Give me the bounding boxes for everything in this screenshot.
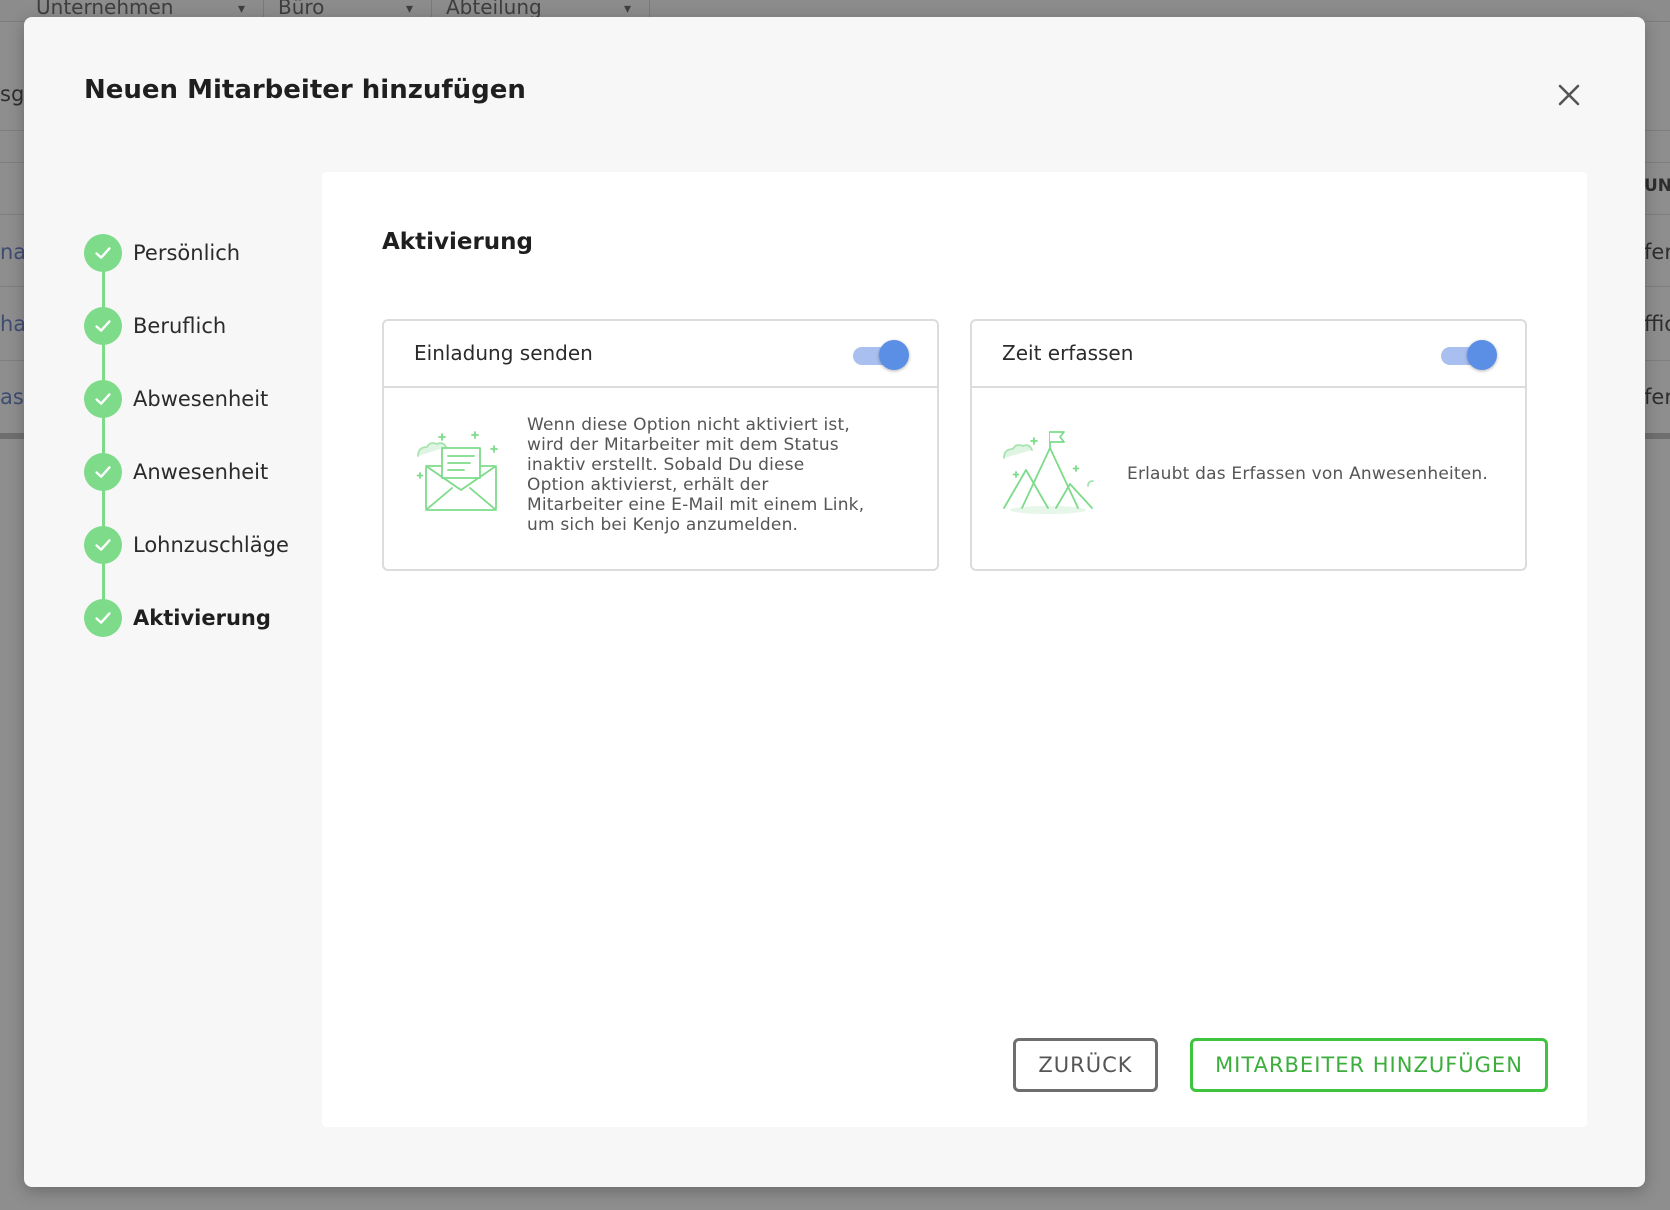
bg-cell: fer — [1644, 385, 1670, 409]
step-label: Lohnzuschläge — [133, 533, 289, 557]
check-icon — [95, 320, 111, 332]
add-employee-button[interactable]: MITARBEITER HINZUFÜGEN — [1190, 1038, 1548, 1092]
close-icon — [1558, 84, 1580, 106]
step-attendance[interactable]: Anwesenheit — [84, 452, 268, 492]
send-invitation-toggle[interactable] — [853, 339, 909, 371]
check-icon — [95, 247, 111, 259]
chevron-down-icon: ▾ — [405, 1, 413, 17]
step-activation[interactable]: Aktivierung — [84, 598, 271, 638]
chevron-down-icon: ▾ — [623, 1, 631, 17]
envelope-illustration-icon — [416, 431, 498, 511]
step-label: Anwesenheit — [133, 460, 269, 484]
step-label: Aktivierung — [133, 606, 271, 630]
option-card-header: Zeit erfassen — [972, 321, 1525, 388]
check-icon — [95, 539, 111, 551]
track-time-toggle[interactable] — [1441, 339, 1497, 371]
step-done-indicator — [84, 307, 122, 345]
bg-cell: UNG — [1644, 176, 1670, 196]
bg-cell: ffic — [1644, 312, 1670, 336]
check-icon — [95, 393, 111, 405]
step-professional[interactable]: Beruflich — [84, 306, 226, 346]
bg-cell: sg — [0, 82, 25, 106]
step-done-indicator — [84, 234, 122, 272]
step-absence[interactable]: Abwesenheit — [84, 379, 268, 419]
option-title: Zeit erfassen — [1002, 341, 1134, 365]
step-wage-supplements[interactable]: Lohnzuschläge — [84, 525, 289, 565]
option-card-send-invitation: Einladung senden Wenn diese Option nicht… — [382, 319, 939, 571]
step-done-indicator — [84, 599, 122, 637]
step-label: Beruflich — [133, 314, 227, 338]
option-card-header: Einladung senden — [384, 321, 937, 388]
check-icon — [95, 466, 111, 478]
option-card-track-time: Zeit erfassen Erlaubt das Erfassen von A… — [970, 319, 1527, 571]
step-done-indicator — [84, 380, 122, 418]
toggle-knob — [1467, 340, 1497, 370]
section-title: Aktivierung — [382, 229, 534, 255]
step-content-panel: Aktivierung Einladung senden Wenn diese … — [322, 172, 1587, 1127]
step-done-indicator — [84, 453, 122, 491]
check-icon — [95, 612, 111, 624]
toggle-knob — [879, 340, 909, 370]
option-description: Wenn diese Option nicht aktiviert ist, w… — [527, 415, 865, 535]
mountain-flag-illustration-icon — [1003, 431, 1094, 514]
step-done-indicator — [84, 526, 122, 564]
step-label: Abwesenheit — [133, 387, 269, 411]
step-personal[interactable]: Persönlich — [84, 233, 240, 273]
back-button[interactable]: ZURÜCK — [1013, 1038, 1158, 1092]
add-employee-dialog: Neuen Mitarbeiter hinzufügen Persönlich … — [24, 17, 1645, 1187]
bg-cell: fer — [1644, 240, 1670, 264]
dialog-title: Neuen Mitarbeiter hinzufügen — [84, 75, 526, 105]
option-description: Erlaubt das Erfassen von Anwesenheiten. — [1127, 464, 1489, 484]
option-title: Einladung senden — [414, 341, 593, 365]
close-button[interactable] — [1551, 77, 1587, 113]
step-label: Persönlich — [133, 241, 241, 265]
chevron-down-icon: ▾ — [237, 1, 245, 17]
